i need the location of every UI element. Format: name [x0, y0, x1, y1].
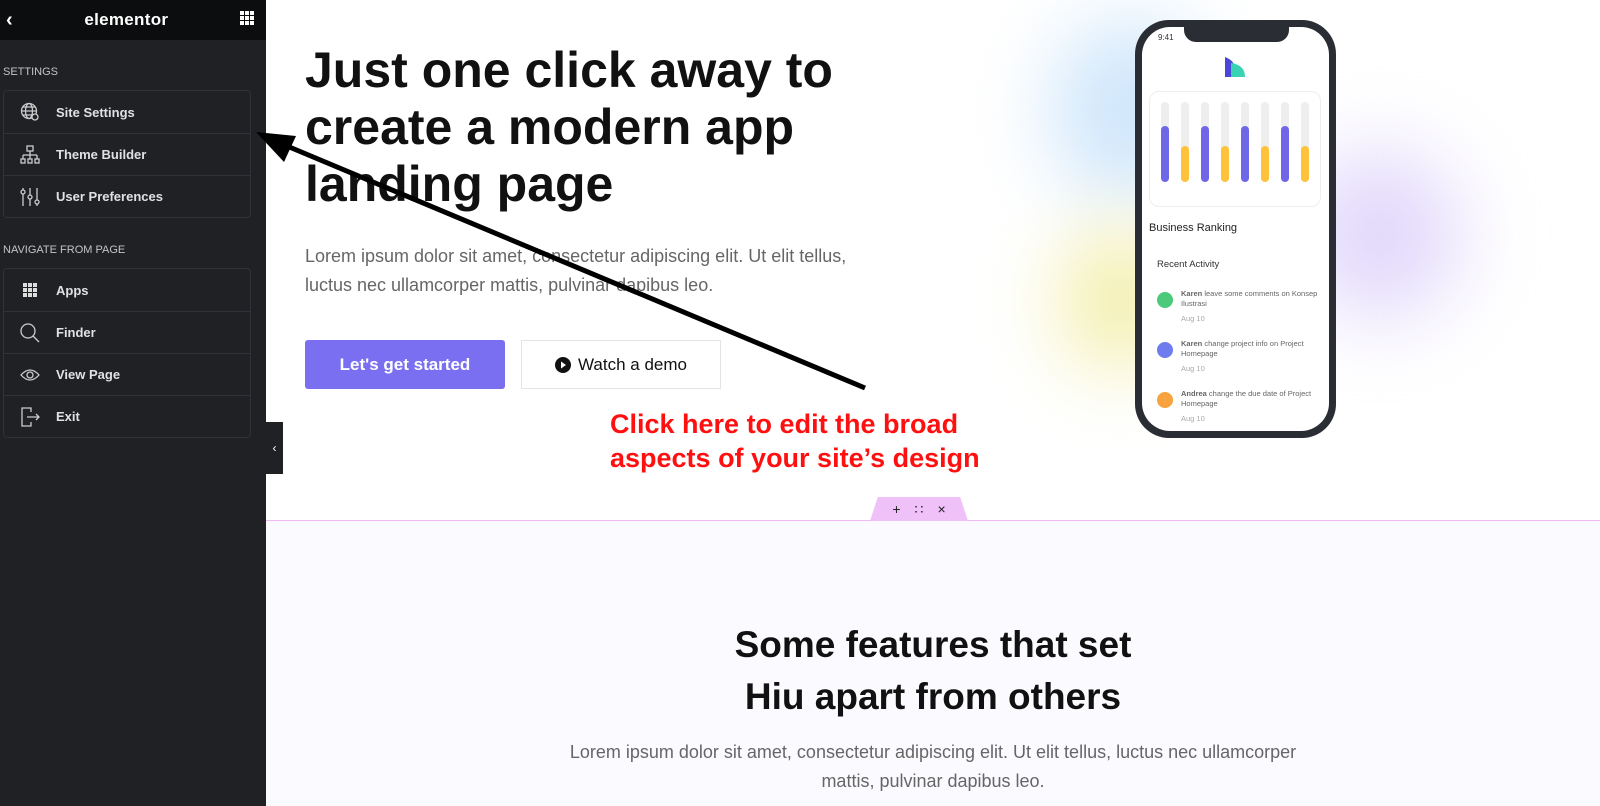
- activity-date: Aug 10: [1181, 314, 1205, 323]
- title-line: Some features that set: [734, 624, 1132, 665]
- grid-icon: [4, 283, 56, 297]
- recent-activity-title: Recent Activity: [1157, 259, 1220, 270]
- delete-section-icon[interactable]: ×: [937, 501, 945, 517]
- chart-bar: [1261, 102, 1269, 182]
- activity-item: Karen change project info on Project Hom…: [1157, 339, 1321, 374]
- collapse-panel-button[interactable]: ‹: [266, 422, 283, 474]
- activity-date: Aug 10: [1181, 414, 1205, 423]
- sidebar-item-apps[interactable]: Apps: [4, 269, 250, 311]
- play-icon: [555, 356, 571, 373]
- features-title: Some features that set Hiu apart from oth…: [266, 619, 1600, 723]
- item-label: Theme Builder: [56, 147, 147, 162]
- activity-text: leave some comments on Konsep Ilustrasi: [1181, 289, 1318, 308]
- activity-item: Andrea change the due date of Project Ho…: [1157, 389, 1321, 424]
- sidebar-item-exit[interactable]: Exit: [4, 395, 250, 437]
- chart-bar: [1221, 102, 1229, 182]
- hero-text: Lorem ipsum dolor sit amet, consectetur …: [305, 246, 847, 295]
- activity-icon: [1157, 292, 1173, 308]
- phone-time: 9:41: [1158, 33, 1174, 42]
- activity-item: Karen leave some comments on Konsep Ilus…: [1157, 289, 1321, 324]
- annotation-line: aspects of your site’s design: [610, 443, 980, 473]
- add-section-icon[interactable]: +: [892, 501, 900, 517]
- features-text: Lorem ipsum dolor sit amet, consectetur …: [569, 742, 1297, 791]
- annotation-callout: Click here to edit the broad aspects of y…: [610, 407, 980, 475]
- grid-menu-icon[interactable]: [240, 10, 254, 30]
- elementor-sidebar: ‹ elementor SETTINGS Site Settings Theme…: [0, 0, 266, 806]
- item-label: Finder: [56, 325, 96, 340]
- settings-heading: SETTINGS: [3, 66, 59, 78]
- item-label: Exit: [56, 409, 80, 424]
- item-label: View Page: [56, 367, 121, 382]
- drag-section-icon[interactable]: ∷: [915, 501, 924, 518]
- settings-group: Site Settings Theme Builder User Prefere…: [3, 90, 251, 218]
- chart-bar: [1181, 102, 1189, 182]
- globe-gear-icon: [4, 102, 56, 122]
- watch-demo-button[interactable]: Watch a demo: [521, 340, 721, 389]
- item-label: Site Settings: [56, 104, 135, 120]
- sidebar-item-finder[interactable]: Finder: [4, 311, 250, 353]
- button-label: Watch a demo: [578, 354, 687, 374]
- phone-screen: 9:41 Business Ranking Recent Activity Ka…: [1142, 27, 1329, 431]
- activity-icon: [1157, 342, 1173, 358]
- item-label: Apps: [56, 282, 89, 298]
- sliders-icon: [4, 187, 56, 207]
- navigate-heading: NAVIGATE FROM PAGE: [3, 244, 126, 256]
- get-started-button[interactable]: Let's get started: [305, 340, 505, 389]
- activity-date: Aug 10: [1181, 364, 1205, 373]
- hero-title: Just one click away to create a modern a…: [305, 42, 833, 212]
- sidebar-header: ‹ elementor: [0, 0, 266, 40]
- sidebar-item-theme-builder[interactable]: Theme Builder: [4, 133, 250, 175]
- activity-user: Andrea: [1181, 389, 1207, 398]
- back-icon[interactable]: ‹: [6, 9, 13, 32]
- elementor-logo: elementor: [84, 10, 169, 29]
- chart-bar: [1301, 102, 1309, 182]
- phone-bar-chart: [1149, 91, 1321, 207]
- section-handle: + ∷ ×: [870, 497, 968, 521]
- navigate-group: Apps Finder View Page Exit: [3, 268, 251, 438]
- chart-bar: [1201, 102, 1209, 182]
- activity-icon: [1157, 392, 1173, 408]
- sidebar-item-view-page[interactable]: View Page: [4, 353, 250, 395]
- chart-bar: [1281, 102, 1289, 182]
- sidebar-item-site-settings[interactable]: Site Settings: [4, 91, 250, 133]
- sidebar-item-user-preferences[interactable]: User Preferences: [4, 175, 250, 217]
- sitemap-icon: [4, 144, 56, 165]
- exit-icon: [4, 406, 56, 427]
- annotation-line: Click here to edit the broad: [610, 409, 959, 439]
- activity-user: Karen: [1181, 289, 1203, 298]
- phone-notch: [1184, 27, 1289, 42]
- title-line: Hiu apart from others: [744, 676, 1122, 717]
- features-section: Some features that set Hiu apart from oth…: [266, 520, 1600, 806]
- phone-mockup: 9:41 Business Ranking Recent Activity Ka…: [1135, 20, 1336, 438]
- activity-user: Karen: [1181, 339, 1203, 348]
- search-icon: [4, 322, 56, 343]
- item-label: User Preferences: [56, 189, 163, 204]
- eye-icon: [4, 368, 56, 382]
- app-logo: [1225, 57, 1245, 77]
- chart-bar: [1241, 102, 1249, 182]
- business-ranking-title: Business Ranking: [1149, 222, 1238, 234]
- chart-bar: [1161, 102, 1169, 182]
